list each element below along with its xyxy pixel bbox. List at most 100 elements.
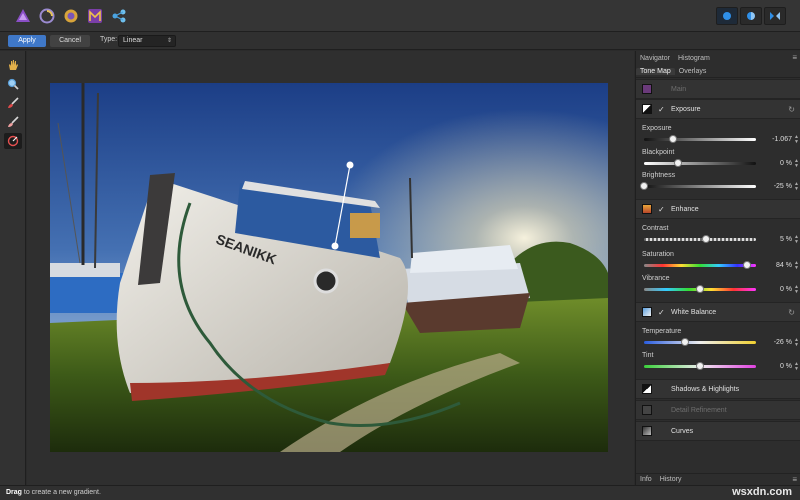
photo-persona-icon[interactable]	[12, 5, 34, 27]
enhance-check-icon[interactable]: ✓	[658, 205, 667, 214]
exposure-icon	[642, 104, 652, 114]
cancel-button[interactable]: Cancel	[50, 35, 90, 47]
status-bar: Drag to create a new gradient. wsxdn.com	[0, 485, 800, 500]
temperature-label: Temperature	[642, 328, 682, 335]
status-message: Drag to create a new gradient.	[6, 489, 101, 496]
contrast-stepper[interactable]: ▲ ▼	[794, 235, 799, 245]
temperature-slider[interactable]	[644, 338, 756, 346]
curves-header[interactable]: Curves	[636, 421, 800, 441]
tint-stepper[interactable]: ▲ ▼	[794, 362, 799, 372]
chevron-updown-icon: ⇕	[166, 38, 172, 44]
info-tabs: Info History ≡	[636, 473, 800, 485]
detail-refinement-title: Detail Refinement	[671, 406, 727, 414]
tab-history[interactable]: History	[656, 476, 686, 483]
enhance-icon	[642, 204, 652, 214]
detail-refinement-icon	[642, 405, 652, 415]
shadows-highlights-title: Shadows & Highlights	[671, 385, 740, 393]
develop-persona-icon[interactable]	[60, 5, 82, 27]
paint-brush-icon[interactable]	[4, 95, 22, 111]
tab-tone-map[interactable]: Tone Map	[636, 68, 675, 75]
white-balance-title: White Balance	[671, 308, 717, 316]
panel-menu-icon[interactable]: ≡	[792, 475, 797, 484]
white-balance-icon	[642, 307, 652, 317]
temperature-value[interactable]: -26 %	[760, 338, 792, 348]
detail-refinement-header[interactable]: Detail Refinement	[636, 400, 800, 420]
tab-navigator[interactable]: Navigator	[636, 55, 674, 62]
exposure-label: Exposure	[642, 125, 672, 132]
brightness-knob[interactable]	[640, 182, 648, 190]
tint-value[interactable]: 0 %	[760, 362, 792, 372]
white-balance-header[interactable]: ✓ White Balance ↻	[636, 302, 800, 322]
vibrance-stepper[interactable]: ▲ ▼	[794, 285, 799, 295]
blackpoint-knob[interactable]	[673, 159, 682, 167]
vibrance-slider[interactable]	[644, 285, 756, 293]
panel-menu-icon[interactable]: ≡	[792, 53, 797, 62]
export-persona-icon[interactable]	[108, 5, 130, 27]
blackpoint-value[interactable]: 0 %	[760, 159, 792, 169]
brightness-slider[interactable]	[640, 182, 756, 190]
tone-mapping-persona-icon[interactable]	[84, 5, 106, 27]
apply-button[interactable]: Apply	[8, 35, 46, 47]
contrast-value[interactable]: 5 %	[760, 235, 792, 245]
blackpoint-slider[interactable]	[644, 159, 756, 167]
canvas-area[interactable]: SEANIKK	[27, 51, 634, 485]
vibrance-value[interactable]: 0 %	[760, 285, 792, 295]
tone-map-panel: Navigator Histogram ≡ Tone Map Overlays …	[635, 51, 800, 485]
shadows-highlights-header[interactable]: Shadows & Highlights	[636, 379, 800, 399]
saturation-knob[interactable]	[743, 261, 752, 269]
brightness-stepper[interactable]: ▲ ▼	[794, 182, 799, 192]
view-mode-group	[716, 7, 786, 25]
exposure-value[interactable]: -1.067	[760, 135, 792, 145]
contrast-slider[interactable]	[644, 235, 756, 243]
erase-brush-icon[interactable]	[4, 114, 22, 130]
temperature-stepper[interactable]: ▲ ▼	[794, 338, 799, 348]
exposure-stepper[interactable]: ▲ ▼	[794, 135, 799, 145]
tint-label: Tint	[642, 352, 654, 359]
brightness-label: Brightness	[642, 172, 676, 179]
contrast-label: Contrast	[642, 225, 669, 232]
zoom-tool-icon[interactable]	[4, 76, 22, 92]
type-label: Type:	[100, 36, 118, 43]
saturation-label: Saturation	[642, 251, 674, 258]
navigator-tabs: Navigator Histogram ≡	[636, 52, 800, 64]
view-split-button[interactable]	[740, 7, 762, 25]
liquify-persona-icon[interactable]	[36, 5, 58, 27]
tone-map-tabs: Tone Map Overlays	[636, 66, 800, 78]
hand-tool-icon[interactable]	[4, 57, 22, 73]
gradient-type-value: Linear	[123, 37, 143, 44]
reset-icon[interactable]: ↻	[788, 308, 795, 317]
tab-overlays[interactable]: Overlays	[675, 68, 711, 75]
enhance-header[interactable]: ✓ Enhance	[636, 199, 800, 219]
saturation-slider[interactable]	[644, 261, 756, 269]
context-toolbar: Apply Cancel Type: Linear ⇕	[0, 32, 800, 50]
gradient-type-select[interactable]: Linear ⇕	[118, 35, 176, 47]
vibrance-knob[interactable]	[696, 285, 704, 293]
saturation-stepper[interactable]: ▲ ▼	[794, 261, 799, 271]
exposure-title: Exposure	[671, 105, 701, 113]
affinity-photo-window: Apply Cancel Type: Linear ⇕ SEANIKK Navi…	[0, 0, 800, 500]
saturation-value[interactable]: 84 %	[760, 261, 792, 271]
exposure-slider[interactable]	[644, 135, 756, 143]
curves-icon	[642, 426, 652, 436]
status-bold: Drag	[6, 489, 22, 496]
exposure-knob[interactable]	[669, 135, 678, 143]
main-row[interactable]: Main	[636, 79, 800, 99]
view-full-button[interactable]	[716, 7, 738, 25]
main-swatch-icon	[642, 84, 652, 94]
boat-photo[interactable]: SEANIKK	[50, 83, 608, 452]
tab-histogram[interactable]: Histogram	[674, 55, 714, 62]
white-balance-check-icon[interactable]: ✓	[658, 308, 667, 317]
brightness-value[interactable]: -25 %	[760, 182, 792, 192]
temperature-knob[interactable]	[681, 338, 690, 346]
exposure-check-icon[interactable]: ✓	[658, 105, 667, 114]
reset-icon[interactable]: ↻	[788, 105, 795, 114]
contrast-knob[interactable]	[701, 235, 710, 243]
gradient-tool-icon[interactable]	[4, 133, 22, 149]
tint-slider[interactable]	[644, 362, 756, 370]
curves-title: Curves	[671, 427, 694, 435]
view-mirror-button[interactable]	[764, 7, 786, 25]
tint-knob[interactable]	[696, 362, 704, 370]
blackpoint-stepper[interactable]: ▲ ▼	[794, 159, 799, 169]
exposure-header[interactable]: ✓ Exposure ↻	[636, 99, 800, 119]
tab-info[interactable]: Info	[636, 476, 656, 483]
